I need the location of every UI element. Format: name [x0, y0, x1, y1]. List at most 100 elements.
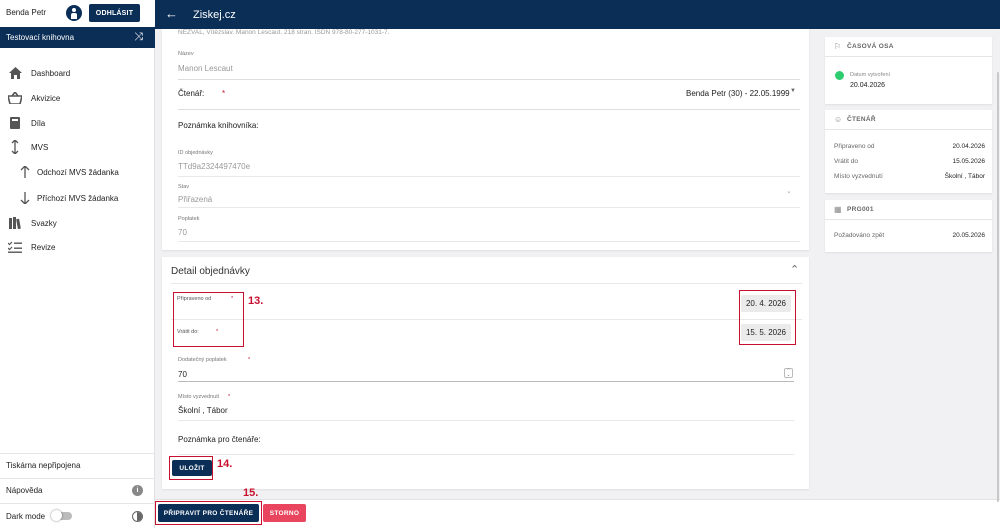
nav-revisions[interactable]: Revize [0, 237, 155, 257]
state-label: Stav [178, 184, 190, 190]
home-icon [8, 66, 22, 80]
flag-icon: ⚐ [834, 42, 842, 51]
librarian-note-label: Poznámka knihovníka: [178, 121, 259, 130]
printer-status-label: Tiskárna nepřipojena [6, 461, 81, 470]
nav-mvs[interactable]: MVS [0, 137, 155, 157]
annotation-14: 14. [217, 458, 233, 470]
printer-status[interactable]: Tiskárna nepřipojena [0, 453, 155, 477]
page-title: Ziskej.cz [193, 9, 236, 21]
help-item[interactable]: Nápověda i [0, 478, 155, 502]
reader-note-label: Poznámka pro čtenáře: [178, 435, 261, 444]
record-citation: NEZVAL, Vítězslav. Manon Lescaut. 218 st… [178, 29, 390, 36]
user-accessibility-icon[interactable] [66, 5, 82, 21]
arrow-up-icon [18, 165, 32, 179]
logout-button[interactable]: ODHLÁSIT [89, 4, 140, 22]
event-date: 20.04.2026 [850, 82, 886, 89]
divider [178, 241, 800, 242]
back-arrow-icon[interactable]: ← [165, 6, 178, 21]
dark-mode-toggle[interactable] [51, 510, 72, 521]
nav-volumes-label: Svazky [31, 218, 57, 228]
extra-fee-input[interactable]: 70 [178, 370, 187, 379]
cancel-button[interactable]: STORNO [263, 504, 306, 522]
reader-panel-title: ČTENÁŘ [847, 116, 876, 123]
user-bar: Benda Petr ODHLÁSIT [0, 0, 155, 26]
timeline-header: ⚐ ČASOVÁ OSA [825, 37, 992, 57]
app-header: ← Ziskej.cz [155, 0, 1000, 29]
reader-label: Čtenář: [178, 89, 205, 98]
reader-row: Vrátit do 15.05.2026 [834, 158, 985, 165]
nav-dashboard[interactable]: Dashboard [0, 63, 155, 83]
prg-panel: ▦ PRG001 Požadováno zpět 20.05.2026 [825, 200, 992, 252]
divider [178, 454, 794, 455]
reader-required-mark: * [222, 89, 226, 98]
name-value: Manon Lescaut [178, 64, 233, 73]
order-detail-card: Detail objednávky ⌃ Připraveno od * 20. … [162, 257, 809, 489]
reader-row-key: Připraveno od [834, 143, 875, 150]
nav-outgoing-mvs[interactable]: Odchozí MVS žádanka [0, 162, 155, 182]
timeline-title: ČASOVÁ OSA [847, 43, 894, 50]
fee-value: 70 [178, 228, 187, 237]
nav-works[interactable]: Díla [0, 113, 155, 133]
library-switcher[interactable]: Testovací knihovna ⤨ [0, 27, 155, 48]
annotation-13: 13. [248, 295, 264, 307]
state-chevron-icon: ⌄ [786, 188, 792, 195]
annotation-box-13 [173, 292, 244, 347]
reader-select[interactable]: Čtenář: * Benda Petr (30) - 22.05.1999 ▼ [178, 88, 800, 105]
prg-row-value: 20.05.2026 [952, 232, 985, 239]
nav-incoming-mvs[interactable]: Příchozí MVS žádanka [0, 188, 155, 208]
basket-icon [8, 91, 22, 105]
annotation-box-13-dates [739, 290, 796, 345]
nav-revisions-label: Revize [31, 242, 56, 252]
reader-value: Benda Petr (30) - 22.05.1999 [686, 89, 790, 98]
annotation-15: 15. [243, 487, 259, 499]
sidebar: Benda Petr ODHLÁSIT Testovací knihovna ⤨… [0, 0, 155, 528]
annotation-box-14 [169, 456, 213, 480]
order-id-value: TTd9a2324497470e [178, 162, 251, 171]
page-scrollbar[interactable] [997, 72, 999, 502]
collapse-chevron-icon[interactable]: ⌃ [790, 263, 799, 276]
divider [178, 420, 794, 421]
reader-row-value: Školní , Tábor [944, 173, 985, 180]
shuffle-icon[interactable]: ⤨ [134, 31, 143, 44]
nav-volumes[interactable]: Svazky [0, 213, 155, 233]
event-label: Datum vytvoření [850, 72, 891, 78]
prg-panel-header: ▦ PRG001 [825, 200, 992, 220]
building-icon: ▦ [834, 205, 842, 214]
user-name: Benda Petr [6, 8, 47, 17]
nav-acquisitions[interactable]: Akvizice [0, 88, 155, 108]
book-icon [8, 116, 22, 130]
divider [178, 207, 800, 208]
library-name: Testovací knihovna [6, 33, 75, 42]
pickup-required: * [228, 394, 231, 400]
nav-dashboard-label: Dashboard [31, 68, 71, 78]
number-stepper-icon[interactable]: ⌃ ⌄ [784, 368, 793, 378]
pickup-value[interactable]: Školní , Tábor [178, 406, 228, 415]
state-value: Přiřazená [178, 195, 213, 204]
person-icon: ☺ [834, 115, 843, 124]
divider [178, 176, 800, 177]
order-card: NEZVAL, Vítězslav. Manon Lescaut. 218 st… [162, 29, 809, 250]
nav-acquisitions-label: Akvizice [31, 93, 61, 103]
arrow-down-icon [18, 191, 32, 205]
dark-mode-label: Dark mode [6, 511, 46, 521]
fee-label: Poplatek [178, 216, 200, 222]
reader-row-value: 20.04.2026 [952, 143, 985, 150]
prg-row-key: Požadováno zpět [834, 232, 885, 239]
extra-fee-required: * [248, 357, 251, 363]
prepare-for-reader-button[interactable]: PŘIPRAVIT PRO ČTENÁŘE [158, 504, 259, 522]
event-status-dot [835, 71, 844, 80]
input-underline [178, 381, 794, 382]
reader-panel: ☺ ČTENÁŘ Připraveno od 20.04.2026 Vrátit… [825, 110, 992, 193]
extra-fee-label: Dodatečný poplatek [178, 357, 227, 363]
dark-mode-item: Dark mode [0, 503, 155, 528]
divider [171, 319, 802, 320]
name-label: Název [178, 51, 194, 57]
library-books-icon [8, 216, 22, 230]
info-icon: i [132, 485, 143, 496]
swap-vertical-icon [8, 140, 22, 154]
divider [178, 109, 800, 110]
order-id-label: ID objednávky [178, 150, 213, 156]
divider [171, 283, 802, 284]
reader-panel-header: ☺ ČTENÁŘ [825, 110, 992, 130]
nav-works-label: Díla [31, 118, 46, 128]
